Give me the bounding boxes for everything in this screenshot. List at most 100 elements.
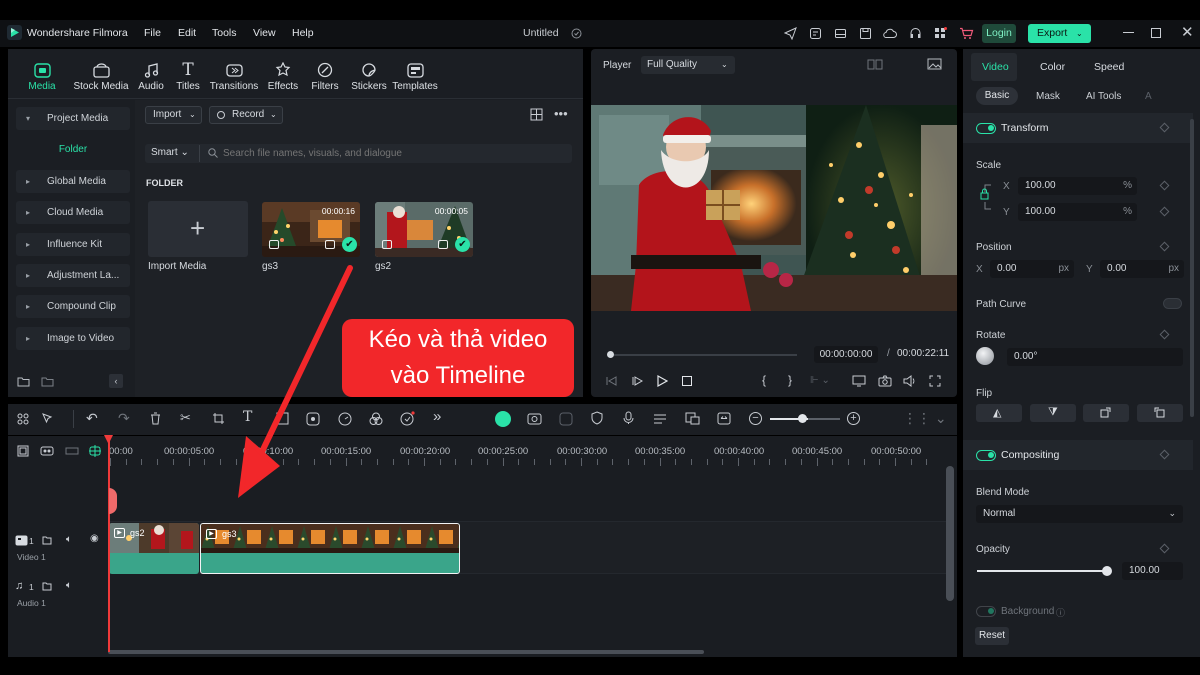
timeline-clip-gs3[interactable]: ▶ gs3: [200, 523, 460, 574]
auto-highlight-icon[interactable]: [559, 412, 573, 426]
apps-grid-icon[interactable]: [933, 26, 947, 40]
tab-titles[interactable]: T Titles: [165, 49, 211, 99]
keyframe-diamond-icon[interactable]: [1159, 180, 1170, 191]
sidebar-item-adjustment-layer[interactable]: Adjustment La...: [16, 264, 130, 287]
sidebar-item-influence-kit[interactable]: Influence Kit: [16, 233, 130, 256]
login-button[interactable]: Login: [982, 24, 1016, 43]
folder-import-icon[interactable]: [41, 376, 54, 387]
tab-transitions[interactable]: Transitions: [207, 49, 261, 99]
rotate-clockwise-button[interactable]: [1083, 404, 1129, 422]
keyframe-diamond-icon[interactable]: [1159, 329, 1170, 340]
scale-y-input[interactable]: 100.00 %: [1018, 203, 1137, 221]
insert-mode-icon[interactable]: ⊩ ⌄: [810, 375, 830, 386]
collapse-sidebar-icon[interactable]: ‹: [109, 374, 123, 388]
mute-audio-track-icon[interactable]: 🔈︎: [66, 580, 72, 591]
blend-mode-dropdown[interactable]: Normal ⌄: [976, 505, 1183, 523]
ai-copilot-icon[interactable]: [495, 411, 511, 427]
previous-frame-icon[interactable]: [605, 376, 617, 386]
background-toggle[interactable]: [976, 606, 996, 617]
project-icon[interactable]: [808, 26, 822, 40]
position-x-input[interactable]: 0.00 px: [990, 260, 1074, 278]
snapshot-image-icon[interactable]: [927, 58, 942, 70]
keyframe-diamond-icon[interactable]: [1159, 241, 1170, 252]
media-clip-gs2[interactable]: 00:00:05 ✔: [375, 202, 473, 257]
restore-icon[interactable]: [1151, 28, 1161, 38]
subtab-mask[interactable]: Mask: [1036, 91, 1060, 102]
mark-in-icon[interactable]: {: [762, 373, 766, 387]
more-options-icon[interactable]: •••: [554, 106, 568, 121]
transform-toggle[interactable]: [976, 123, 996, 134]
export-button[interactable]: Export ⌄: [1028, 24, 1091, 43]
sidebar-item-compound-clip[interactable]: Compound Clip: [16, 295, 130, 318]
inspector-scrollbar[interactable]: [1190, 119, 1194, 417]
quality-dropdown[interactable]: Full Quality ⌄: [641, 56, 735, 74]
sidebar-item-cloud-media[interactable]: Cloud Media: [16, 201, 130, 224]
sidebar-item-global-media[interactable]: Global Media: [16, 170, 130, 193]
compositing-section-header[interactable]: [963, 440, 1193, 470]
scrub-handle[interactable]: [607, 351, 614, 358]
split-scissors-icon[interactable]: ✂: [180, 410, 191, 426]
tab-color[interactable]: Color: [1040, 61, 1065, 73]
layout-icon[interactable]: [833, 26, 847, 40]
more-tools-icon[interactable]: »: [433, 408, 441, 425]
microphone-icon[interactable]: [623, 411, 634, 425]
step-back-icon[interactable]: [631, 376, 643, 386]
close-icon[interactable]: ✕: [1181, 23, 1194, 41]
save-icon[interactable]: [858, 26, 872, 40]
smart-filter-dropdown[interactable]: Smart ⌄: [151, 147, 189, 158]
media-clip-gs3[interactable]: 00:00:16 ✔: [262, 202, 360, 257]
video-preview[interactable]: [591, 105, 957, 311]
reset-button[interactable]: Reset: [975, 627, 1009, 645]
camera-snapshot-icon[interactable]: [878, 375, 892, 387]
scrub-track[interactable]: [614, 354, 797, 356]
timeline-horizontal-scrollbar[interactable]: [108, 650, 704, 654]
more-settings-icon[interactable]: ⋮⋮ ⌄: [903, 410, 947, 427]
folder-track-icon[interactable]: [42, 535, 52, 545]
link-clips-icon[interactable]: [65, 445, 79, 457]
search-input[interactable]: [223, 146, 563, 161]
ai-audio-icon[interactable]: [400, 411, 415, 426]
tab-speed[interactable]: Speed: [1094, 61, 1124, 73]
chevron-down-icon[interactable]: ⌄: [1076, 24, 1083, 43]
rotate-input[interactable]: 0.00°: [1007, 348, 1183, 366]
render-preview-icon[interactable]: [527, 412, 542, 426]
transform-section-header[interactable]: [963, 113, 1193, 143]
tab-effects[interactable]: Effects: [260, 49, 306, 99]
playhead-line[interactable]: [108, 436, 110, 652]
timeline-vertical-scrollbar[interactable]: [946, 466, 954, 601]
undo-icon[interactable]: ↶: [86, 410, 98, 427]
fit-timeline-icon[interactable]: [717, 412, 731, 425]
position-y-input[interactable]: 0.00 px: [1100, 260, 1184, 278]
color-match-icon[interactable]: [369, 412, 383, 426]
tab-stickers[interactable]: Stickers: [346, 49, 392, 99]
send-icon[interactable]: [783, 26, 797, 40]
playhead-drag-tab[interactable]: [109, 488, 117, 514]
zoom-slider-handle[interactable]: [798, 414, 807, 423]
fullscreen-icon[interactable]: [929, 375, 941, 387]
new-folder-icon[interactable]: [17, 376, 30, 387]
menu-file[interactable]: File: [144, 27, 161, 39]
timeline-clip-gs2[interactable]: ▶ gs2: [109, 523, 199, 574]
track-manager-icon[interactable]: [40, 445, 54, 457]
select-tool-icon[interactable]: [41, 412, 54, 425]
crop-icon[interactable]: [212, 412, 225, 425]
menu-view[interactable]: View: [253, 27, 276, 39]
tab-stock-media[interactable]: Stock Media: [68, 49, 134, 99]
mark-out-icon[interactable]: }: [788, 373, 792, 387]
opacity-slider-track[interactable]: [977, 570, 1107, 572]
delete-icon[interactable]: [150, 412, 161, 425]
scale-x-input[interactable]: 100.00 %: [1018, 177, 1137, 195]
marker-shield-icon[interactable]: [591, 411, 603, 425]
folder-track-icon[interactable]: [42, 581, 52, 591]
audio-mixer-icon[interactable]: [653, 412, 667, 425]
safe-zone-icon[interactable]: [867, 59, 883, 70]
sidebar-item-image-to-video[interactable]: Image to Video: [16, 327, 130, 350]
opacity-input[interactable]: 100.00: [1122, 562, 1183, 580]
keyframe-diamond-icon[interactable]: [1159, 543, 1170, 554]
flip-horizontal-button[interactable]: ◭: [976, 404, 1022, 422]
tab-filters[interactable]: Filters: [302, 49, 348, 99]
redo-icon[interactable]: ↷: [118, 410, 130, 427]
sidebar-item-project-media[interactable]: Project Media: [16, 107, 130, 130]
replace-clip-icon[interactable]: [685, 412, 700, 425]
play-icon[interactable]: [657, 375, 668, 387]
